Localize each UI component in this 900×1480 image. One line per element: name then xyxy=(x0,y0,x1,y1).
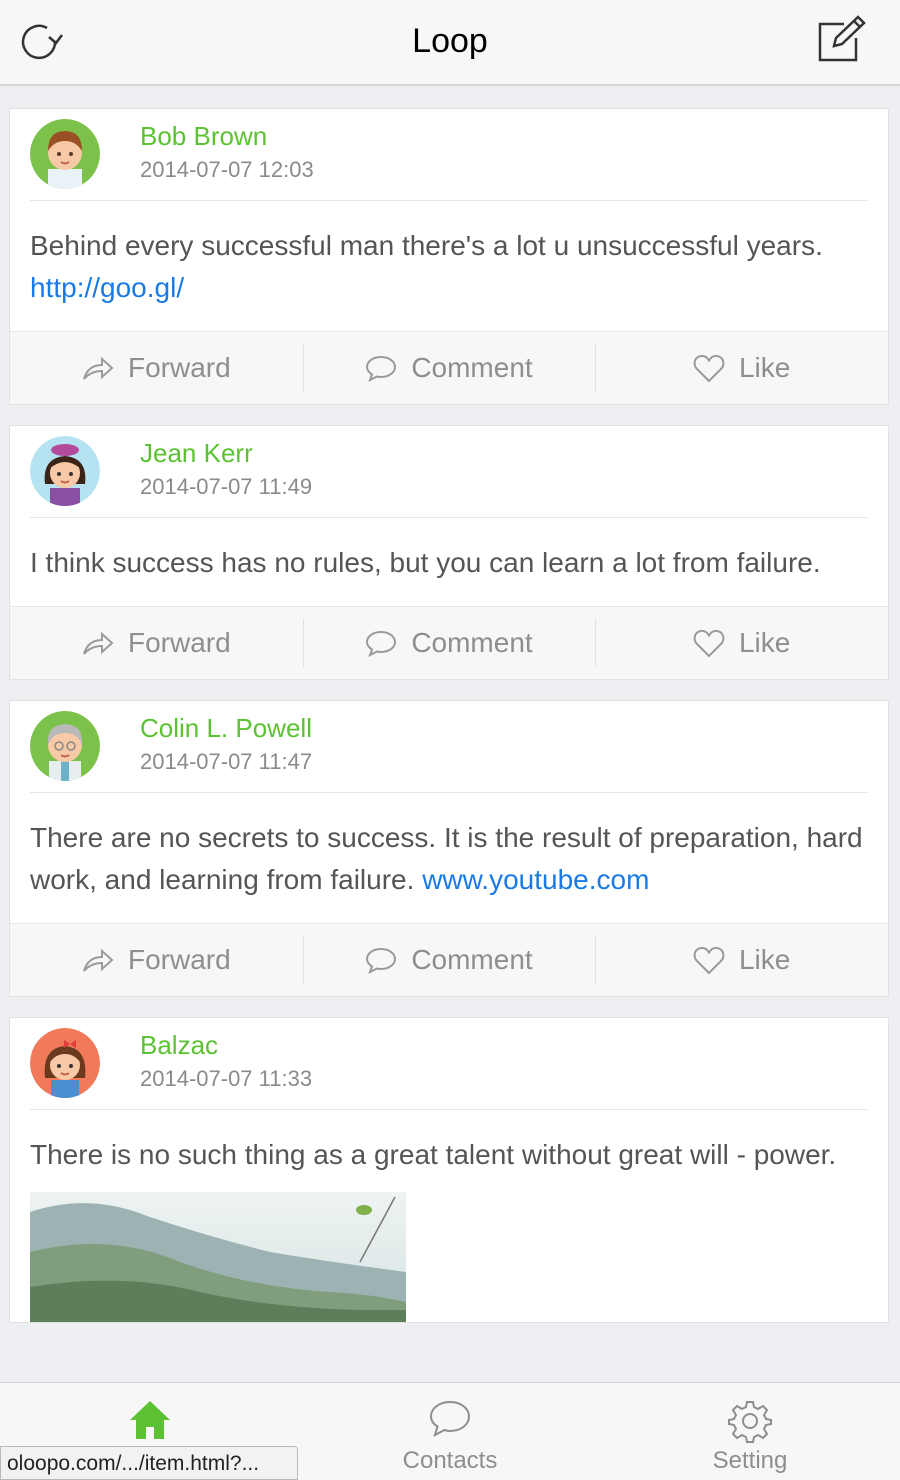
page-title: Loop xyxy=(412,22,488,60)
like-label: Like xyxy=(738,627,791,658)
forward-button[interactable]: Forward xyxy=(10,607,303,679)
post-header: Balzac 2014-07-07 11:33 xyxy=(30,1018,868,1110)
avatar[interactable] xyxy=(30,119,100,189)
post-actions: Forward Comment Like xyxy=(10,331,888,404)
nav-bar: Loop xyxy=(0,0,900,86)
post-content: There are no secrets to success. It is t… xyxy=(10,793,888,923)
comment-button[interactable]: Comment xyxy=(302,332,596,404)
tab-setting[interactable]: Setting xyxy=(600,1383,900,1480)
post-link[interactable]: http://goo.gl/ xyxy=(30,272,184,303)
comment-button[interactable]: Comment xyxy=(302,924,596,996)
comment-label: Comment xyxy=(411,944,533,975)
post-actions: Forward Comment Like xyxy=(10,923,888,996)
like-button[interactable]: Like xyxy=(595,332,888,404)
forward-icon xyxy=(83,948,114,972)
forward-button[interactable]: Forward xyxy=(10,924,303,996)
author-name[interactable]: Balzac xyxy=(140,1030,218,1061)
comment-icon xyxy=(366,630,397,657)
like-label: Like xyxy=(738,944,791,975)
forward-icon xyxy=(83,356,114,380)
forward-label: Forward xyxy=(127,627,231,658)
post-card: Bob Brown 2014-07-07 12:03 Behind every … xyxy=(9,108,889,405)
heart-icon xyxy=(693,629,725,658)
like-button[interactable]: Like xyxy=(595,924,888,996)
tab-contacts[interactable]: Contacts xyxy=(300,1383,600,1480)
comment-icon xyxy=(366,947,397,974)
post-link[interactable]: www.youtube.com xyxy=(422,864,649,895)
forward-label: Forward xyxy=(127,352,231,383)
post-date: 2014-07-07 11:47 xyxy=(140,749,313,774)
comment-label: Comment xyxy=(411,352,533,383)
home-icon xyxy=(130,1401,170,1439)
like-button[interactable]: Like xyxy=(595,607,888,679)
compose-icon[interactable] xyxy=(814,14,866,66)
post-header: Bob Brown 2014-07-07 12:03 xyxy=(30,109,868,201)
post-card: Colin L. Powell 2014-07-07 11:47 There a… xyxy=(9,700,889,997)
author-name[interactable]: Bob Brown xyxy=(140,121,267,152)
comment-icon xyxy=(366,355,397,382)
post-header: Jean Kerr 2014-07-07 11:49 xyxy=(30,426,868,518)
avatar[interactable] xyxy=(30,711,100,781)
like-label: Like xyxy=(738,352,791,383)
author-name[interactable]: Jean Kerr xyxy=(140,438,253,469)
tab-contacts-label: Contacts xyxy=(402,1447,498,1474)
heart-icon xyxy=(693,946,725,975)
avatar[interactable] xyxy=(30,436,100,506)
feed-list: Bob Brown 2014-07-07 12:03 Behind every … xyxy=(9,108,889,1343)
post-text: Behind every successful man there's a lo… xyxy=(30,230,823,261)
post-photo[interactable] xyxy=(30,1192,406,1322)
post-date: 2014-07-07 11:49 xyxy=(140,474,313,499)
post-actions: Forward Comment Like xyxy=(10,606,888,679)
post-date: 2014-07-07 12:03 xyxy=(140,157,314,182)
author-name[interactable]: Colin L. Powell xyxy=(140,713,312,744)
post-card: Balzac 2014-07-07 11:33 There is no such… xyxy=(9,1017,889,1323)
forward-label: Forward xyxy=(127,944,231,975)
chat-bubble-icon xyxy=(429,1400,471,1437)
avatar[interactable] xyxy=(30,1028,100,1098)
post-text: I think success has no rules, but you ca… xyxy=(30,547,821,578)
forward-button[interactable]: Forward xyxy=(10,332,303,404)
forward-icon xyxy=(83,631,114,655)
comment-button[interactable]: Comment xyxy=(302,607,596,679)
status-url-tooltip: oloopo.com/.../item.html?... xyxy=(0,1446,298,1480)
gear-icon xyxy=(728,1401,772,1443)
post-content: Behind every successful man there's a lo… xyxy=(10,201,888,331)
post-content: I think success has no rules, but you ca… xyxy=(10,518,888,606)
post-content: There is no such thing as a great talent… xyxy=(10,1110,888,1186)
post-text: There is no such thing as a great talent… xyxy=(30,1139,837,1170)
post-card: Jean Kerr 2014-07-07 11:49 I think succe… xyxy=(9,425,889,680)
comment-label: Comment xyxy=(411,627,533,658)
post-header: Colin L. Powell 2014-07-07 11:47 xyxy=(30,701,868,793)
post-date: 2014-07-07 11:33 xyxy=(140,1066,313,1091)
heart-icon xyxy=(693,354,725,383)
tab-setting-label: Setting xyxy=(712,1447,788,1474)
